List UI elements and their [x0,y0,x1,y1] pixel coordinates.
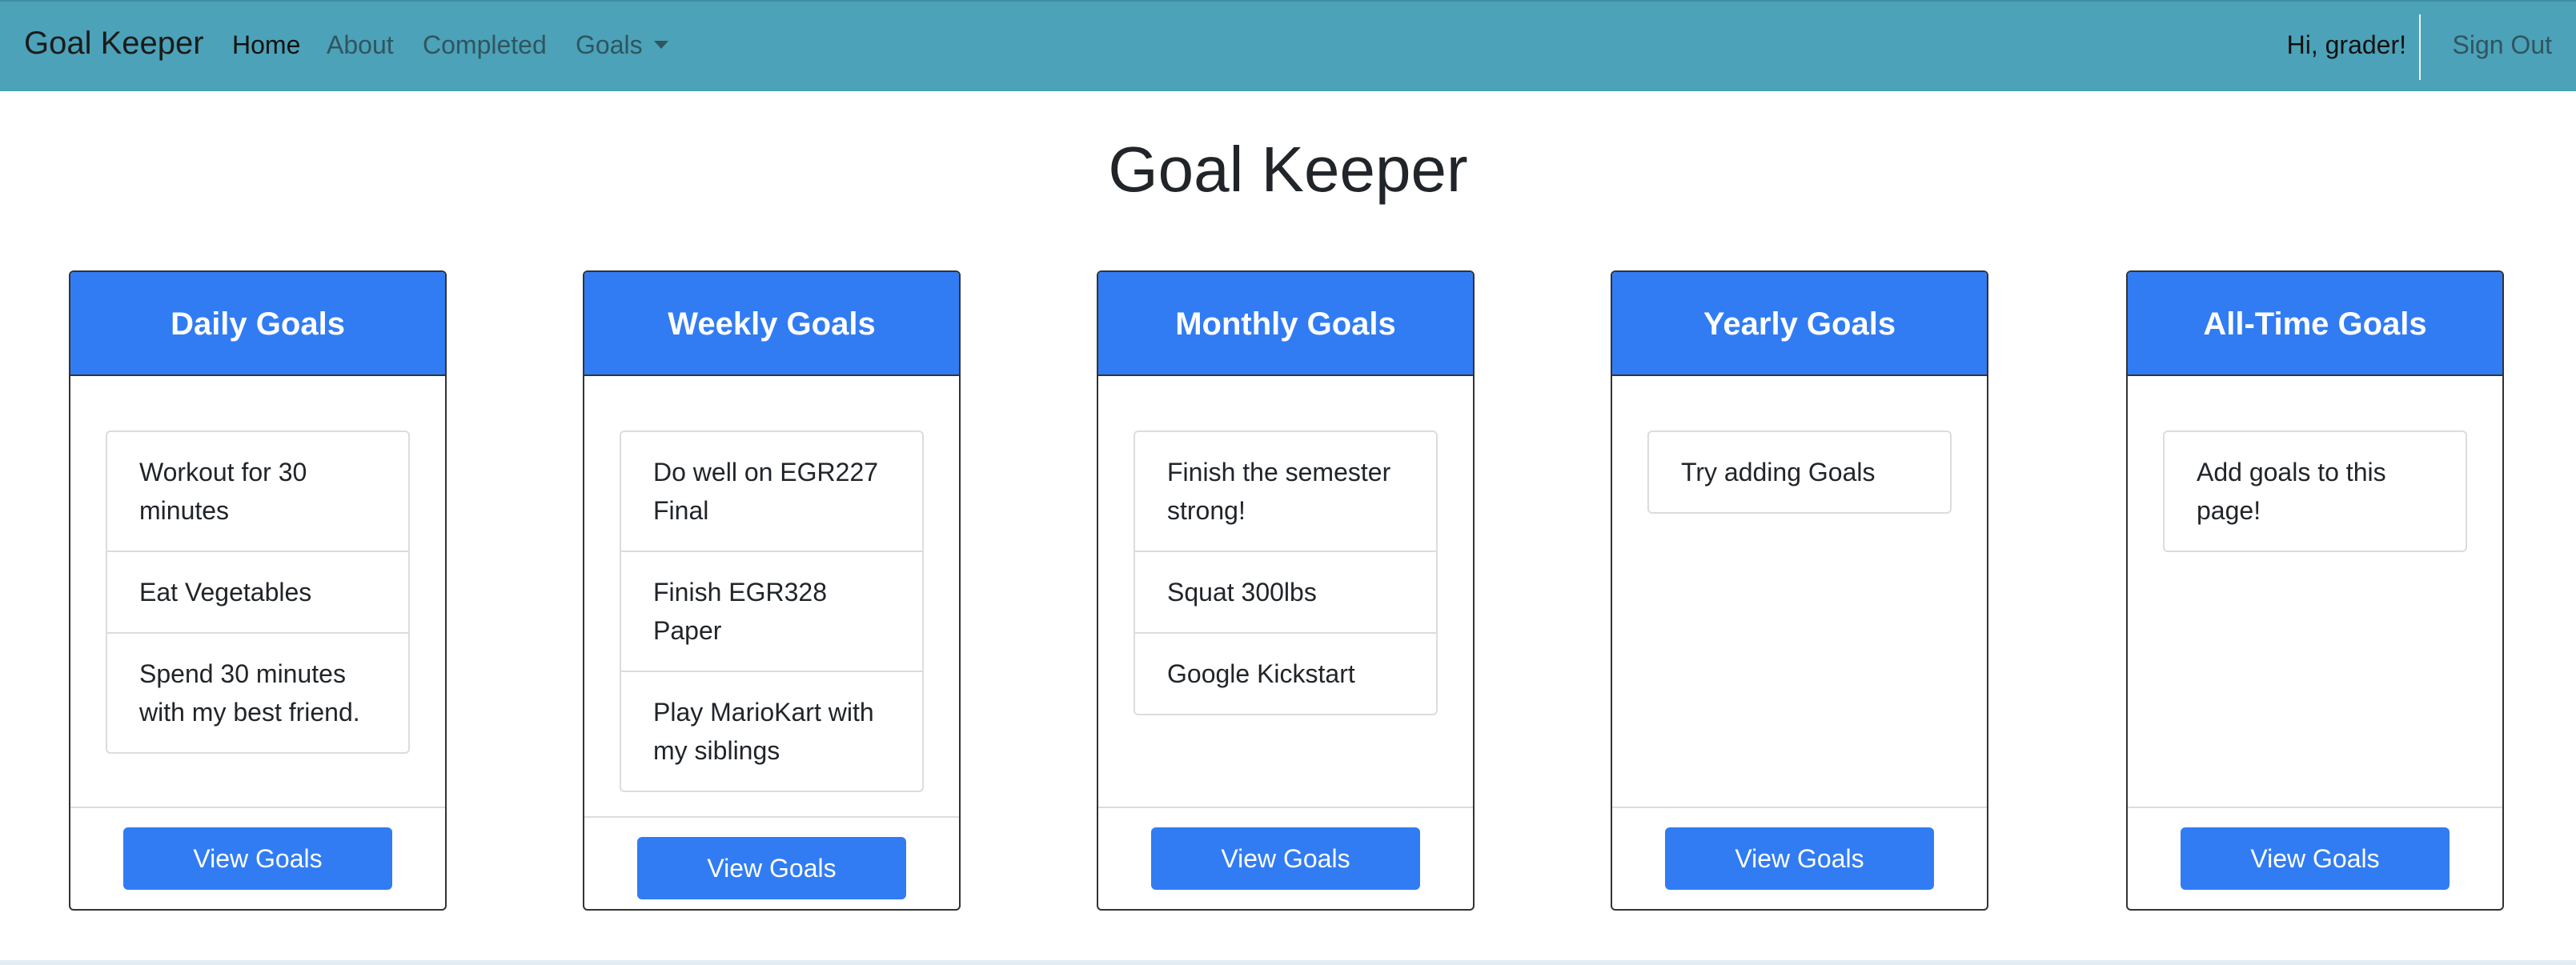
card-monthly-goals: Monthly Goals Finish the semester strong… [1097,270,1475,911]
nav-completed-link[interactable]: Completed [423,30,547,60]
goal-item: Play MarioKart with my siblings [653,698,874,765]
view-goals-button[interactable]: View Goals [1151,827,1420,890]
goal-item: Google Kickstart [1167,659,1355,688]
goal-item: Finish the semester strong! [1135,432,1436,552]
goal-item: Spend 30 minutes with my best friend. [139,659,360,727]
goal-item: Workout for 30 minutes [107,432,408,552]
goal-item: Try adding Goals [1681,458,1876,487]
brand-link[interactable]: Goal Keeper [24,26,204,62]
view-goals-button[interactable]: View Goals [2181,827,2450,890]
nav-divider [2419,14,2421,80]
nav-goals-dropdown[interactable]: Goals [576,30,668,60]
sign-out-link[interactable]: Sign Out [2452,30,2552,60]
user-greeting: Hi, grader! [2286,30,2406,59]
card-footer: View Goals [2128,807,2502,909]
page-title: Goal Keeper [1108,134,1468,205]
card-yearly-goals: Yearly Goals Try adding Goals View Goals [1611,270,1988,911]
nav-goals-label: Goals [576,30,643,59]
nav-about-link[interactable]: About [327,30,394,60]
card-footer: View Goals [1612,807,1987,909]
card-daily-goals: Daily Goals Workout for 30 minutes Eat V… [69,270,447,911]
nav-home-link[interactable]: Home [232,30,300,60]
page-bottom-edge [0,960,2576,965]
card-header: Monthly Goals [1098,272,1473,376]
goal-item: Do well on EGR227 Final [621,432,922,552]
goal-list: Do well on EGR227 Final Finish EGR328 Pa… [620,430,924,792]
card-weekly-goals: Weekly Goals Do well on EGR227 Final Fin… [583,270,961,911]
goal-item: Add goals to this page! [2197,458,2386,525]
goal-list: Workout for 30 minutes Eat Vegetables Sp… [106,430,410,754]
card-header: All-Time Goals [2128,272,2502,376]
goal-list: Finish the semester strong! Squat 300lbs… [1134,430,1438,715]
caret-down-icon [653,40,668,49]
navbar: Goal Keeper Home About Completed Goals H… [0,0,2576,91]
view-goals-button[interactable]: View Goals [637,837,906,899]
goal-item: Eat Vegetables [107,552,408,634]
card-footer: View Goals [584,816,959,909]
view-goals-button[interactable]: View Goals [1665,827,1934,890]
card-header: Yearly Goals [1612,272,1987,376]
card-footer: View Goals [1098,807,1473,909]
view-goals-button[interactable]: View Goals [123,827,392,890]
card-footer: View Goals [70,807,445,909]
goal-list: Try adding Goals [1647,430,1952,514]
card-header: Weekly Goals [584,272,959,376]
card-all-time-goals: All-Time Goals Add goals to this page! V… [2126,270,2504,911]
goal-list: Add goals to this page! [2163,430,2467,552]
goal-item: Finish EGR328 Paper [621,552,922,672]
goal-item: Squat 300lbs [1135,552,1436,634]
card-header: Daily Goals [70,272,445,376]
